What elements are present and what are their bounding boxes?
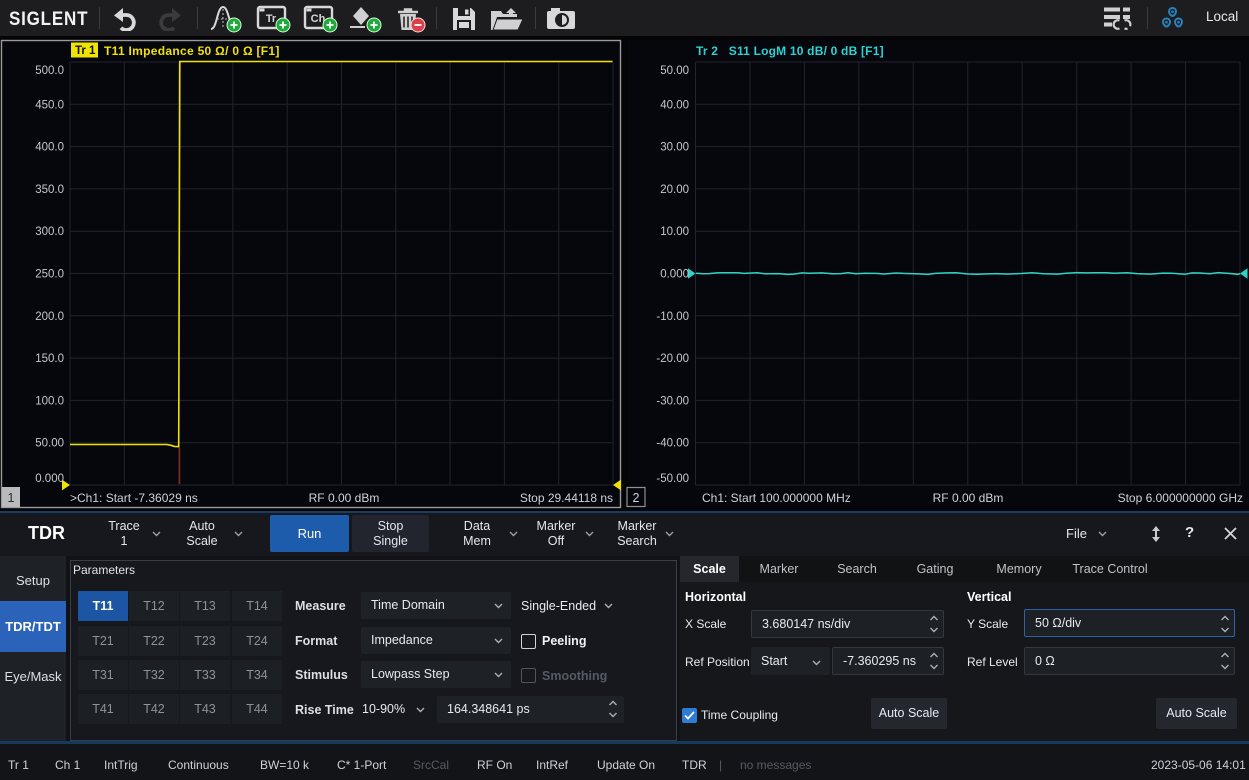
- svg-text:-30.00: -30.00: [656, 395, 689, 407]
- svg-text:T11 Impedance 50 Ω/ 0 Ω [F1]: T11 Impedance 50 Ω/ 0 Ω [F1]: [104, 44, 280, 58]
- svg-text:300.0: 300.0: [35, 226, 64, 238]
- svg-text:Stop 29.44118 ns: Stop 29.44118 ns: [520, 491, 613, 505]
- svg-text:-40.00: -40.00: [656, 438, 689, 450]
- svg-text:1: 1: [8, 491, 15, 505]
- svg-text:50.00: 50.00: [660, 65, 689, 77]
- svg-text:Tr 2 S11 LogM 10 dB/ 0 dB [F: Tr 2 S11 LogM 10 dB/ 0 dB [F1]: [696, 44, 884, 58]
- svg-text:350.0: 350.0: [35, 184, 64, 196]
- svg-text:400.0: 400.0: [35, 142, 64, 154]
- svg-text:500.0: 500.0: [35, 65, 64, 77]
- svg-text:450.0: 450.0: [35, 99, 64, 111]
- svg-text:RF 0.00 dBm: RF 0.00 dBm: [309, 491, 380, 505]
- svg-text:40.00: 40.00: [660, 99, 689, 111]
- svg-text:Tr: Tr: [266, 13, 277, 25]
- svg-text:150.0: 150.0: [35, 353, 64, 365]
- svg-text:30.00: 30.00: [660, 142, 689, 154]
- svg-text:RF 0.00 dBm: RF 0.00 dBm: [933, 491, 1004, 505]
- svg-text:Tr 1: Tr 1: [75, 45, 96, 57]
- svg-text:250.0: 250.0: [35, 269, 64, 281]
- svg-text:-10.00: -10.00: [656, 311, 689, 323]
- svg-text:20.00: 20.00: [660, 184, 689, 196]
- svg-text:50.00: 50.00: [35, 438, 64, 450]
- svg-text:0.000: 0.000: [35, 473, 64, 485]
- svg-text:-50.00: -50.00: [656, 473, 689, 485]
- svg-text:Stop 6.000000000 GHz: Stop 6.000000000 GHz: [1118, 491, 1243, 505]
- svg-text:200.0: 200.0: [35, 311, 64, 323]
- svg-text:Ch1: Start 100.000000 MHz: Ch1: Start 100.000000 MHz: [702, 491, 851, 505]
- svg-text:10.00: 10.00: [660, 226, 689, 238]
- svg-text:100.0: 100.0: [35, 395, 64, 407]
- svg-text:-20.00: -20.00: [656, 353, 689, 365]
- svg-text:>Ch1: Start -7.36029 ns: >Ch1: Start -7.36029 ns: [70, 491, 198, 505]
- svg-text:2: 2: [633, 491, 640, 505]
- svg-text:0.000: 0.000: [660, 269, 689, 281]
